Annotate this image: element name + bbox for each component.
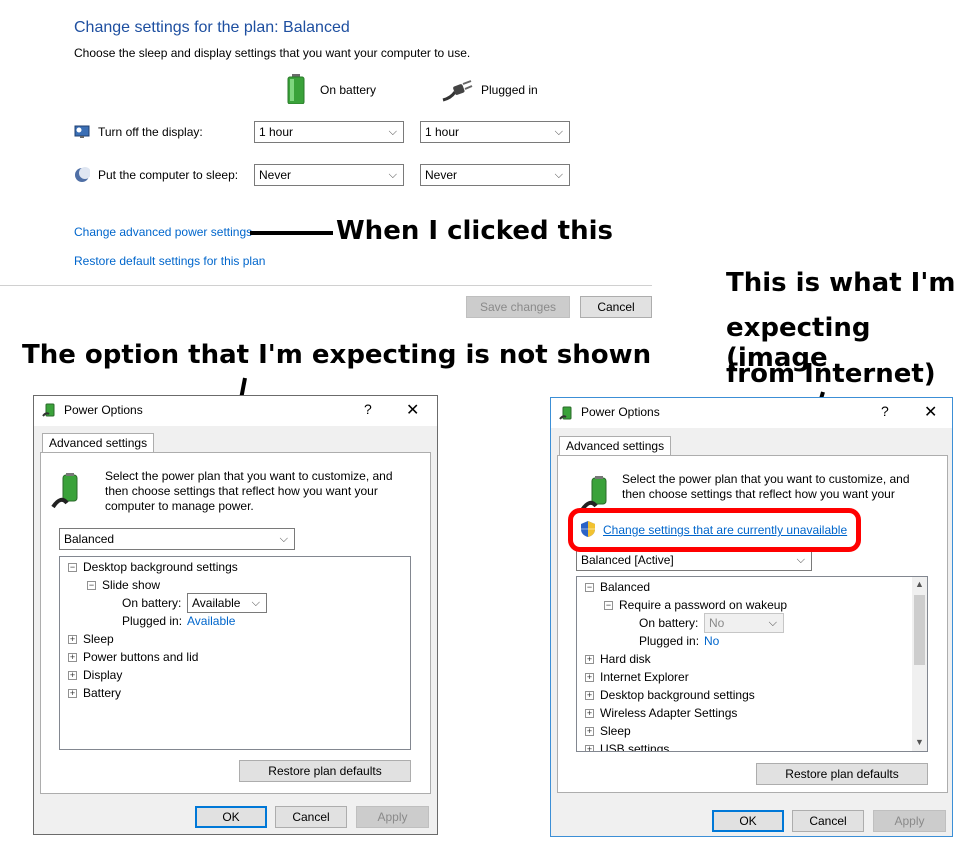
tree-item[interactable]: + Display (68, 668, 122, 682)
chevron-down-icon: ⌵ (251, 597, 260, 609)
tab-advanced-settings[interactable]: Advanced settings (42, 433, 155, 453)
plan-select[interactable]: Balanced [Active] ⌵ (576, 549, 812, 571)
power-options-dialog-right: Power Options ? ✕ Advanced settings Sele… (550, 397, 953, 837)
tree-item[interactable]: − Slide show (87, 578, 160, 592)
expand-icon[interactable]: + (68, 635, 77, 645)
tree-item[interactable]: + Battery (68, 686, 121, 700)
settings-panel: Select the power plan that you want to c… (40, 452, 431, 794)
tree-item-label: Balanced (600, 580, 651, 594)
plan-select[interactable]: Balanced ⌵ (59, 528, 295, 550)
on-battery-label: On battery: (122, 596, 182, 610)
tree-item[interactable]: − Desktop background settings (68, 560, 238, 574)
expand-icon[interactable]: + (585, 691, 594, 701)
cancel-button[interactable]: Cancel (275, 806, 347, 828)
annotation-expecting-3: from Internet) (726, 359, 936, 389)
tree-item-label: Desktop background settings (83, 560, 238, 574)
cancel-button[interactable]: Cancel (792, 810, 864, 832)
tree-item-label: Require a password on wakeup (619, 598, 788, 612)
tree-item[interactable]: + Wireless Adapter Settings (585, 706, 737, 720)
close-button[interactable]: ✕ (924, 402, 937, 422)
ok-button[interactable]: OK (712, 810, 784, 832)
tree-item-label: Hard disk (600, 652, 651, 666)
tree-item[interactable]: + Power buttons and lid (68, 650, 198, 664)
annotation-not-shown: The option that I'm expecting is not sho… (22, 340, 652, 370)
expand-icon[interactable]: + (68, 689, 77, 699)
restore-plan-defaults-button[interactable]: Restore plan defaults (756, 763, 928, 785)
tree-item[interactable]: + Internet Explorer (585, 670, 689, 684)
scrollbar-thumb[interactable] (914, 595, 925, 665)
dialog-title: Power Options (581, 405, 660, 419)
plugged-in-label: Plugged in: (122, 614, 183, 628)
collapse-icon[interactable]: − (585, 583, 594, 593)
tab-advanced-settings[interactable]: Advanced settings (559, 436, 672, 456)
tree-item[interactable]: + Sleep (68, 632, 114, 646)
change-unavailable-settings-link[interactable]: Change settings that are currently unava… (603, 523, 847, 537)
select-value: Balanced (64, 532, 115, 546)
help-button[interactable]: ? (364, 401, 372, 417)
expand-icon[interactable]: + (585, 655, 594, 665)
expand-icon[interactable]: + (585, 673, 594, 683)
select-value: Available (192, 596, 241, 610)
apply-button[interactable]: Apply (356, 806, 429, 828)
scroll-down-icon[interactable]: ▼ (915, 737, 924, 747)
title-bar: Power Options ? ✕ (34, 396, 437, 426)
plugged-in-value-link[interactable]: Available (187, 614, 235, 628)
tree-item-label: Sleep (83, 632, 114, 646)
tree-item[interactable]: − Require a password on wakeup (604, 598, 787, 612)
title-bar: Power Options ? ✕ (551, 398, 952, 428)
tree-item[interactable]: − Balanced (585, 580, 650, 594)
chevron-down-icon: ⌵ (796, 554, 805, 566)
select-value: Balanced [Active] (581, 553, 674, 567)
tree-item-label: USB settings (600, 742, 670, 752)
chevron-down-icon: ⌵ (279, 533, 288, 545)
select-value: No (709, 616, 725, 630)
intro-text: Select the power plan that you want to c… (105, 469, 393, 513)
on-battery-select-disabled: No ⌵ (704, 613, 784, 633)
ok-button[interactable]: OK (195, 806, 267, 828)
power-options-icon (559, 405, 575, 426)
intro-text: Select the power plan that you want to c… (622, 472, 910, 501)
expand-icon[interactable]: + (585, 745, 594, 751)
restore-plan-defaults-button[interactable]: Restore plan defaults (239, 760, 411, 782)
plugged-in-value-link[interactable]: No (704, 634, 719, 648)
tree-item-label: Display (83, 668, 123, 682)
chevron-down-icon: ⌵ (768, 617, 777, 629)
scrollbar[interactable]: ▲ ▼ (912, 577, 927, 751)
tree-item-label: Slide show (102, 578, 161, 592)
tree-item[interactable]: + Hard disk (585, 652, 651, 666)
annotation-clicked: When I clicked this (336, 216, 613, 246)
expand-icon[interactable]: + (585, 709, 594, 719)
dialog-title: Power Options (64, 403, 143, 417)
apply-button[interactable]: Apply (873, 810, 946, 832)
close-button[interactable]: ✕ (406, 400, 419, 420)
settings-tree: − Desktop background settings − Slide show… (59, 556, 411, 750)
tree-item-label: Desktop background settings (600, 688, 755, 702)
expand-icon[interactable]: + (68, 671, 77, 681)
collapse-icon[interactable]: − (68, 563, 77, 573)
tree-item[interactable]: + USB settings (585, 742, 670, 752)
tree-item[interactable]: + Sleep (585, 724, 631, 738)
power-options-icon (42, 402, 58, 423)
on-battery-select[interactable]: Available ⌵ (187, 593, 267, 613)
expand-icon[interactable]: + (68, 653, 77, 663)
uac-shield-icon (580, 520, 596, 543)
annotation-expecting-1: This is what I'm (726, 268, 956, 298)
power-options-dialog-left: Power Options ? ✕ Advanced settings Sele… (33, 395, 438, 835)
battery-power-icon (51, 473, 85, 514)
scroll-up-icon[interactable]: ▲ (915, 579, 924, 589)
expand-icon[interactable]: + (585, 727, 594, 737)
tree-item-label: Internet Explorer (600, 670, 689, 684)
tree-item-label: Sleep (600, 724, 631, 738)
collapse-icon[interactable]: − (604, 601, 613, 611)
settings-panel: Select the power plan that you want to c… (557, 455, 948, 793)
help-button[interactable]: ? (881, 403, 889, 419)
plugged-in-label: Plugged in: (639, 634, 700, 648)
on-battery-label: On battery: (639, 616, 699, 630)
tree-item-label: Wireless Adapter Settings (600, 706, 738, 720)
tree-item-label: Power buttons and lid (83, 650, 199, 664)
collapse-icon[interactable]: − (87, 581, 96, 591)
tree-item-label: Battery (83, 686, 122, 700)
tree-item[interactable]: + Desktop background settings (585, 688, 755, 702)
settings-tree: − Balanced − Require a password on wakeup … (576, 576, 928, 752)
